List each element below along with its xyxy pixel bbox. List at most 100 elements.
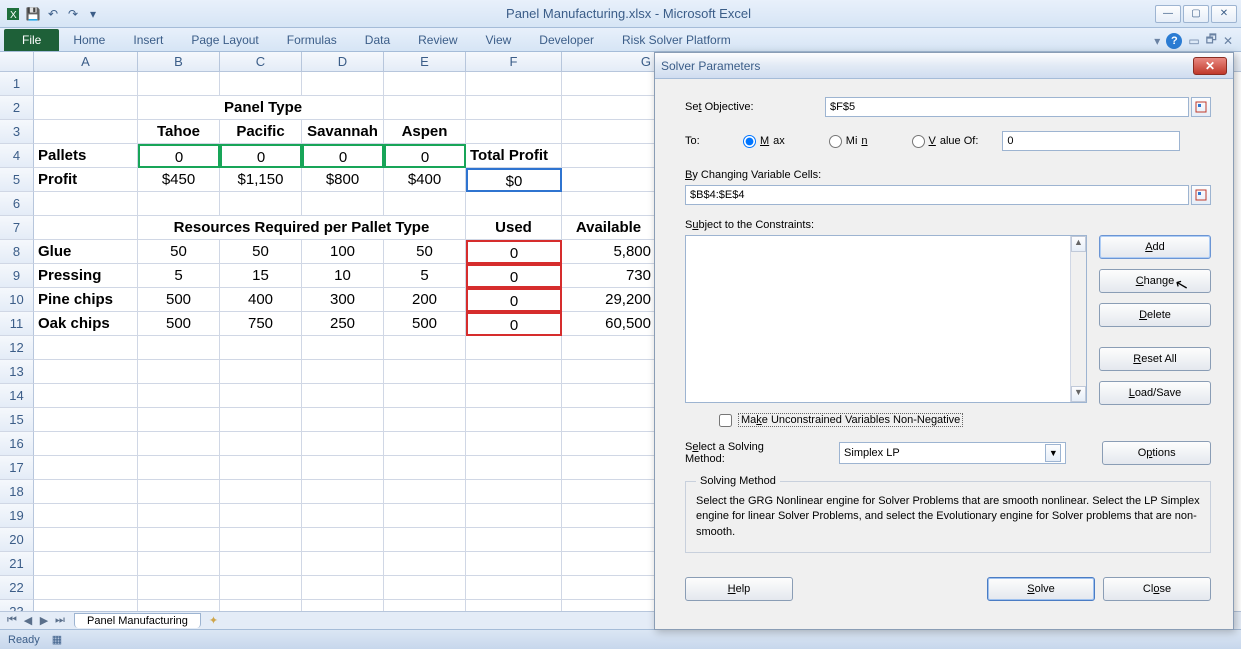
scroll-up-icon[interactable]: ▲ — [1071, 236, 1086, 252]
row-header[interactable]: 17 — [0, 456, 34, 480]
ribbon-restore-icon[interactable]: 🗗 — [1206, 30, 1217, 51]
cell[interactable]: Pine chips — [34, 288, 138, 312]
cell[interactable]: 100 — [302, 240, 384, 264]
row-header[interactable]: 16 — [0, 432, 34, 456]
cell[interactable]: 500 — [138, 288, 220, 312]
cell[interactable]: 750 — [220, 312, 302, 336]
cell[interactable]: Total Profit — [466, 144, 562, 168]
chevron-down-icon[interactable]: ▼ — [1045, 444, 1061, 462]
col-header[interactable]: G — [562, 52, 658, 71]
col-header[interactable]: C — [220, 52, 302, 71]
col-header[interactable]: A — [34, 52, 138, 71]
row-header[interactable]: 4 — [0, 144, 34, 168]
redo-icon[interactable]: ↷ — [64, 5, 82, 23]
macro-record-icon[interactable]: ▦ — [52, 633, 62, 646]
row-header[interactable]: 5 — [0, 168, 34, 192]
ribbon-close-icon[interactable]: ✕ — [1223, 34, 1233, 48]
cell-decision-var[interactable]: 0 — [220, 144, 302, 168]
radio-max[interactable]: Max — [743, 135, 785, 148]
cell[interactable]: 300 — [302, 288, 384, 312]
row-header[interactable]: 10 — [0, 288, 34, 312]
panel-type-heading-l[interactable] — [138, 96, 220, 120]
tab-risk-solver[interactable]: Risk Solver Platform — [608, 29, 745, 51]
row-header[interactable]: 11 — [0, 312, 34, 336]
row-header[interactable]: 6 — [0, 192, 34, 216]
row-header[interactable]: 22 — [0, 576, 34, 600]
add-button[interactable]: Add — [1099, 235, 1211, 259]
cell-constraint[interactable]: 0 — [466, 240, 562, 264]
row-header[interactable]: 15 — [0, 408, 34, 432]
cell[interactable]: 400 — [220, 288, 302, 312]
sheet-nav-first-icon[interactable]: ⏮ — [4, 614, 20, 627]
cell[interactable]: $450 — [138, 168, 220, 192]
cell[interactable]: Glue — [34, 240, 138, 264]
row-header[interactable]: 8 — [0, 240, 34, 264]
cell[interactable]: Aspen — [384, 120, 466, 144]
cell[interactable]: Used — [466, 216, 562, 240]
new-sheet-icon[interactable]: ✦ — [209, 614, 218, 627]
cell-constraint[interactable]: 0 — [466, 312, 562, 336]
col-header[interactable]: D — [302, 52, 384, 71]
help-icon[interactable]: ? — [1166, 33, 1182, 49]
row-header[interactable]: 14 — [0, 384, 34, 408]
select-all-corner[interactable] — [0, 52, 34, 71]
cell[interactable]: 250 — [302, 312, 384, 336]
qat-dropdown-icon[interactable]: ▾ — [84, 5, 102, 23]
constraints-listbox[interactable]: ▲ ▼ — [685, 235, 1087, 403]
maximize-button[interactable]: ▢ — [1183, 5, 1209, 23]
cell[interactable]: 29,200 — [562, 288, 658, 312]
tab-page-layout[interactable]: Page Layout — [177, 29, 272, 51]
range-picker-button[interactable] — [1191, 185, 1211, 205]
file-tab[interactable]: File — [4, 29, 59, 51]
set-objective-input[interactable] — [825, 97, 1189, 117]
tab-developer[interactable]: Developer — [525, 29, 608, 51]
row-header[interactable]: 9 — [0, 264, 34, 288]
col-header[interactable]: E — [384, 52, 466, 71]
cell[interactable]: Pacific — [220, 120, 302, 144]
dialog-titlebar[interactable]: Solver Parameters ✕ — [655, 53, 1233, 79]
cell-constraint[interactable]: 0 — [466, 288, 562, 312]
resources-heading[interactable]: Resources Required per Pallet Type — [138, 216, 466, 240]
cell[interactable]: 50 — [384, 240, 466, 264]
value-of-input[interactable] — [1002, 131, 1180, 151]
by-changing-input[interactable] — [685, 185, 1189, 205]
scrollbar[interactable]: ▲ ▼ — [1070, 236, 1086, 402]
ribbon-dropdown-icon[interactable]: ▾ — [1154, 34, 1160, 48]
minimize-button[interactable]: — — [1155, 5, 1181, 23]
row-header[interactable]: 19 — [0, 504, 34, 528]
tab-insert[interactable]: Insert — [119, 29, 177, 51]
col-header[interactable]: B — [138, 52, 220, 71]
row-header[interactable]: 3 — [0, 120, 34, 144]
reset-all-button[interactable]: Reset All — [1099, 347, 1211, 371]
row-header[interactable]: 21 — [0, 552, 34, 576]
sheet-nav-next-icon[interactable]: ▶ — [36, 614, 52, 627]
cell[interactable]: $1,150 — [220, 168, 302, 192]
tab-data[interactable]: Data — [351, 29, 404, 51]
cell-decision-var[interactable]: 0 — [302, 144, 384, 168]
cell[interactable]: 5,800 — [562, 240, 658, 264]
cell[interactable]: 50 — [138, 240, 220, 264]
cell[interactable]: 5 — [384, 264, 466, 288]
cell[interactable]: 15 — [220, 264, 302, 288]
row-header[interactable]: 18 — [0, 480, 34, 504]
cell[interactable]: $400 — [384, 168, 466, 192]
cell[interactable]: Oak chips — [34, 312, 138, 336]
row-header[interactable]: 13 — [0, 360, 34, 384]
tab-view[interactable]: View — [472, 29, 526, 51]
row-header[interactable]: 7 — [0, 216, 34, 240]
cell-constraint[interactable]: 0 — [466, 264, 562, 288]
ribbon-minimize-icon[interactable]: ▭ — [1188, 34, 1199, 48]
delete-button[interactable]: Delete — [1099, 303, 1211, 327]
sheet-nav-last-icon[interactable]: ⏭ — [52, 614, 68, 627]
cell[interactable]: Pressing — [34, 264, 138, 288]
cell[interactable]: 50 — [220, 240, 302, 264]
close-dialog-button[interactable]: Close — [1103, 577, 1211, 601]
cell-decision-var[interactable]: 0 — [138, 144, 220, 168]
cell-objective[interactable]: $0 — [466, 168, 562, 192]
close-button[interactable]: ✕ — [1211, 5, 1237, 23]
cell[interactable]: 500 — [384, 312, 466, 336]
row-header[interactable]: 12 — [0, 336, 34, 360]
row-header[interactable]: 20 — [0, 528, 34, 552]
cell[interactable]: 730 — [562, 264, 658, 288]
row-header[interactable]: 2 — [0, 96, 34, 120]
